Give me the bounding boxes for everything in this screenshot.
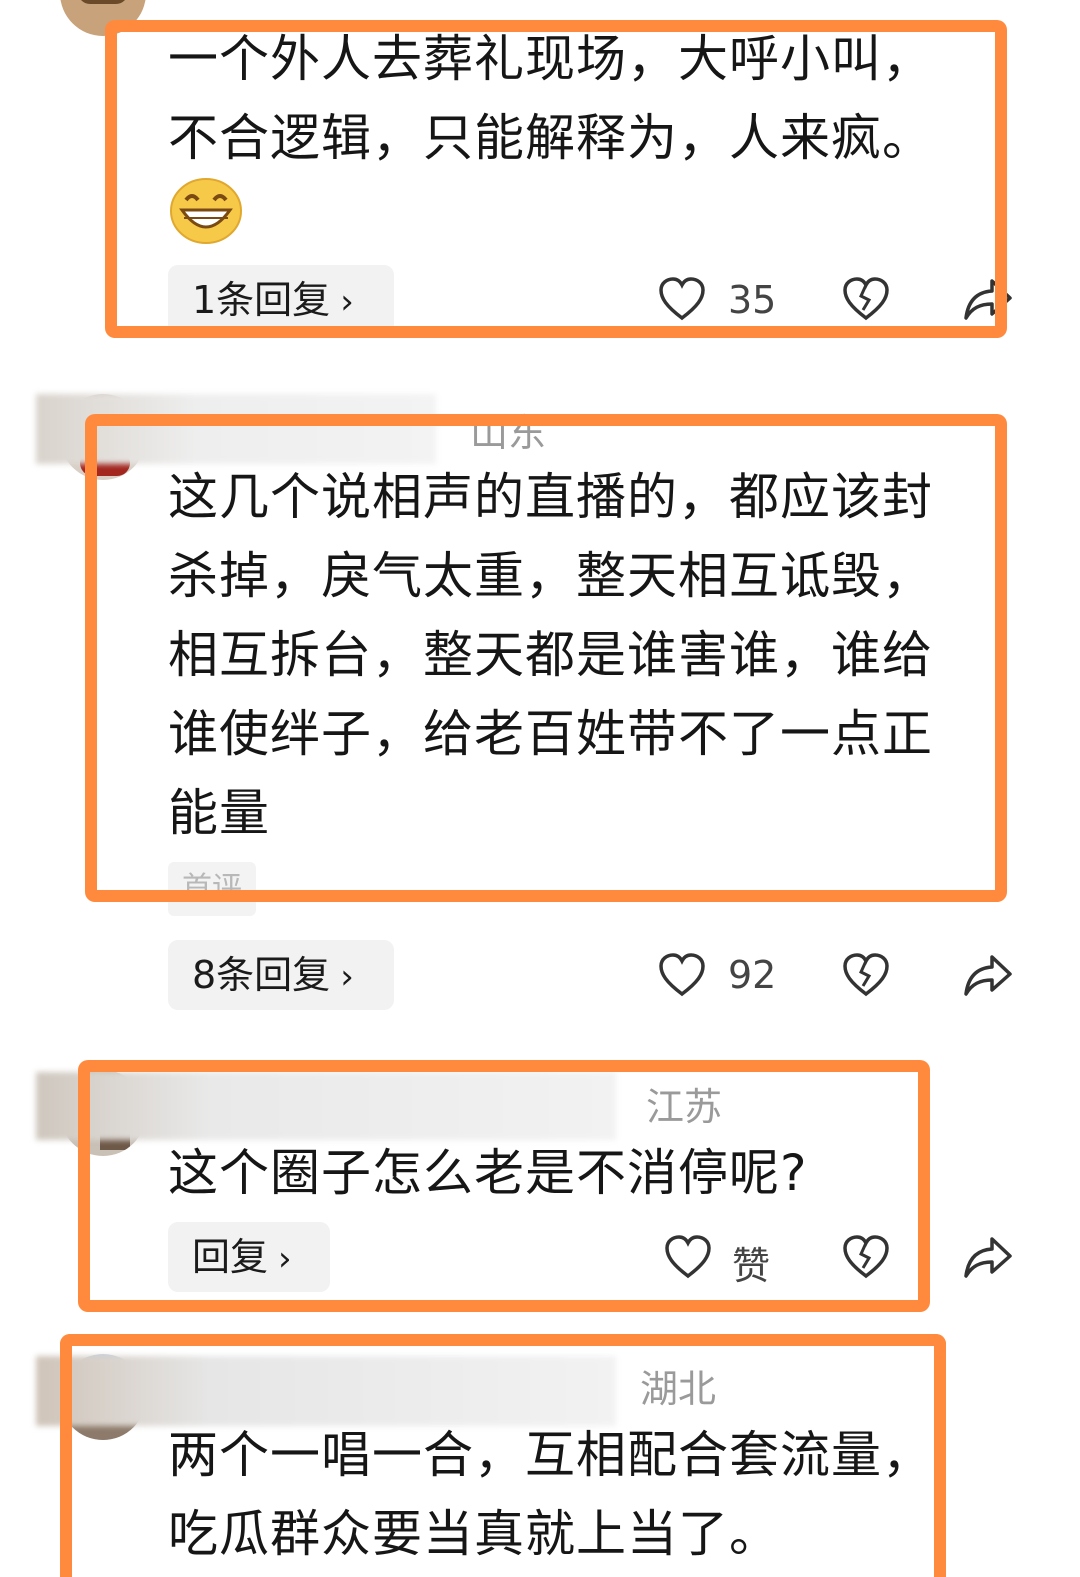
like-heart-icon[interactable] [658,952,706,998]
dislike-broken-heart-icon[interactable] [842,952,890,998]
share-arrow-icon[interactable] [962,1234,1014,1280]
highlight-box [105,20,1007,338]
highlight-box [85,414,1007,902]
highlight-box [78,1060,930,1312]
highlight-box [60,1334,946,1577]
reply-count-label: 8条回复 [192,953,331,997]
share-arrow-icon[interactable] [962,952,1014,998]
view-replies-button[interactable]: 8条回复 › [168,940,394,1010]
chevron-right-icon: › [340,957,354,997]
like-count: 92 [728,953,777,997]
